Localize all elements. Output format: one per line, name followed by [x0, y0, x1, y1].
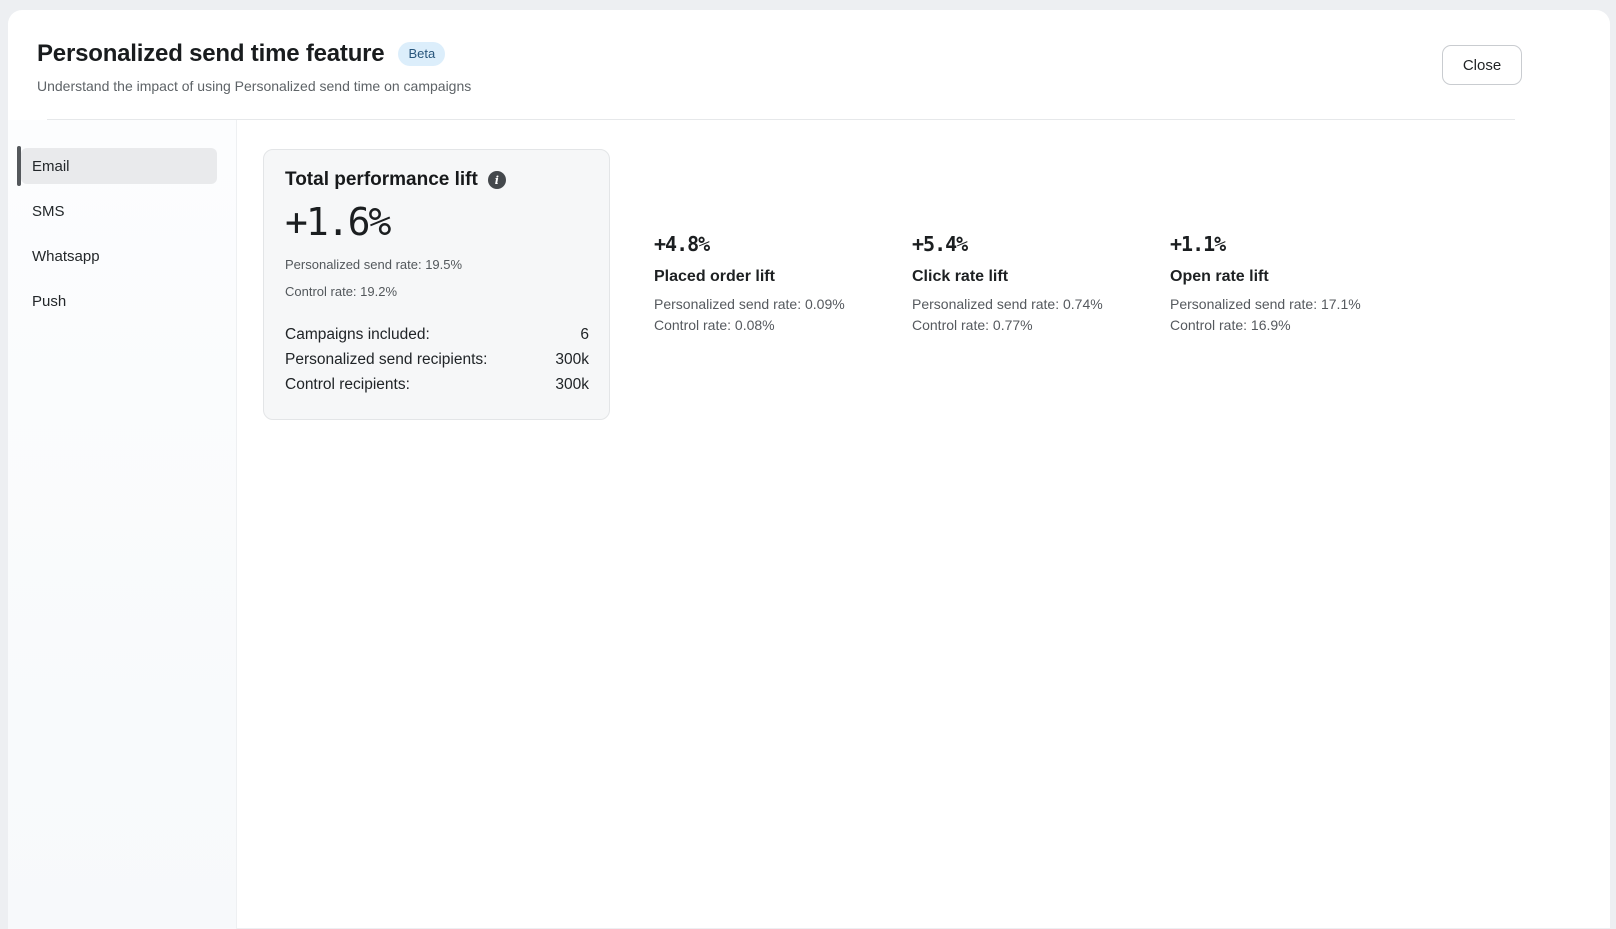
control-rate-line: Control rate: 19.2% — [285, 284, 589, 299]
metric-personalized-rate: Personalized send rate: 17.1% — [1170, 294, 1428, 314]
metric-title: Click rate lift — [912, 268, 1170, 286]
card-title-row: Total performance lift i — [285, 169, 589, 191]
sidebar-item-push[interactable]: Push — [21, 283, 217, 319]
stats-list: Campaigns included: 6 Personalized send … — [285, 322, 589, 397]
total-lift-value: +1.6% — [285, 200, 589, 244]
title-row: Personalized send time feature Beta — [37, 40, 1580, 68]
metric-lift-value: +1.1% — [1170, 232, 1428, 256]
stat-row-campaigns: Campaigns included: 6 — [285, 322, 589, 347]
metric-click-rate-lift: +5.4% Click rate lift Personalized send … — [912, 232, 1170, 335]
stat-row-control-recipients: Control recipients: 300k — [285, 372, 589, 397]
metric-columns: +4.8% Placed order lift Personalized sen… — [654, 232, 1428, 335]
stat-value: 300k — [555, 372, 589, 397]
header: Personalized send time feature Beta Unde… — [8, 10, 1610, 120]
metric-personalized-rate: Personalized send rate: 0.09% — [654, 294, 912, 314]
page-subtitle: Understand the impact of using Personali… — [37, 78, 1580, 94]
body: Email SMS Whatsapp Push Total performanc… — [8, 120, 1610, 929]
channel-sidebar: Email SMS Whatsapp Push — [8, 120, 237, 929]
stat-row-personalized-recipients: Personalized send recipients: 300k — [285, 347, 589, 372]
main-content: Total performance lift i +1.6% Personali… — [237, 120, 1610, 929]
sidebar-item-email[interactable]: Email — [21, 148, 217, 184]
stat-label: Control recipients: — [285, 372, 410, 397]
sidebar-item-label: Email — [32, 158, 70, 175]
metric-control-rate: Control rate: 0.77% — [912, 315, 1170, 335]
metric-title: Placed order lift — [654, 268, 912, 286]
sidebar-item-label: SMS — [32, 203, 65, 220]
stat-value: 6 — [580, 322, 589, 347]
stat-label: Personalized send recipients: — [285, 347, 487, 372]
sidebar-item-label: Whatsapp — [32, 248, 100, 265]
metric-control-rate: Control rate: 16.9% — [1170, 315, 1428, 335]
metric-open-rate-lift: +1.1% Open rate lift Personalized send r… — [1170, 232, 1428, 335]
page-title: Personalized send time feature — [37, 40, 384, 68]
stat-value: 300k — [555, 347, 589, 372]
info-icon[interactable]: i — [488, 171, 506, 189]
metric-title: Open rate lift — [1170, 268, 1428, 286]
metric-personalized-rate: Personalized send rate: 0.74% — [912, 294, 1170, 314]
metric-placed-order-lift: +4.8% Placed order lift Personalized sen… — [654, 232, 912, 335]
card-title: Total performance lift — [285, 169, 478, 191]
modal-panel: Personalized send time feature Beta Unde… — [8, 10, 1610, 928]
close-button[interactable]: Close — [1442, 45, 1522, 85]
beta-badge: Beta — [398, 42, 445, 66]
sidebar-item-whatsapp[interactable]: Whatsapp — [21, 238, 217, 274]
metric-control-rate: Control rate: 0.08% — [654, 315, 912, 335]
personalized-rate-line: Personalized send rate: 19.5% — [285, 257, 589, 272]
stat-label: Campaigns included: — [285, 322, 430, 347]
metric-lift-value: +5.4% — [912, 232, 1170, 256]
sidebar-item-sms[interactable]: SMS — [21, 193, 217, 229]
total-performance-card: Total performance lift i +1.6% Personali… — [263, 149, 610, 420]
sidebar-item-label: Push — [32, 293, 66, 310]
metric-lift-value: +4.8% — [654, 232, 912, 256]
